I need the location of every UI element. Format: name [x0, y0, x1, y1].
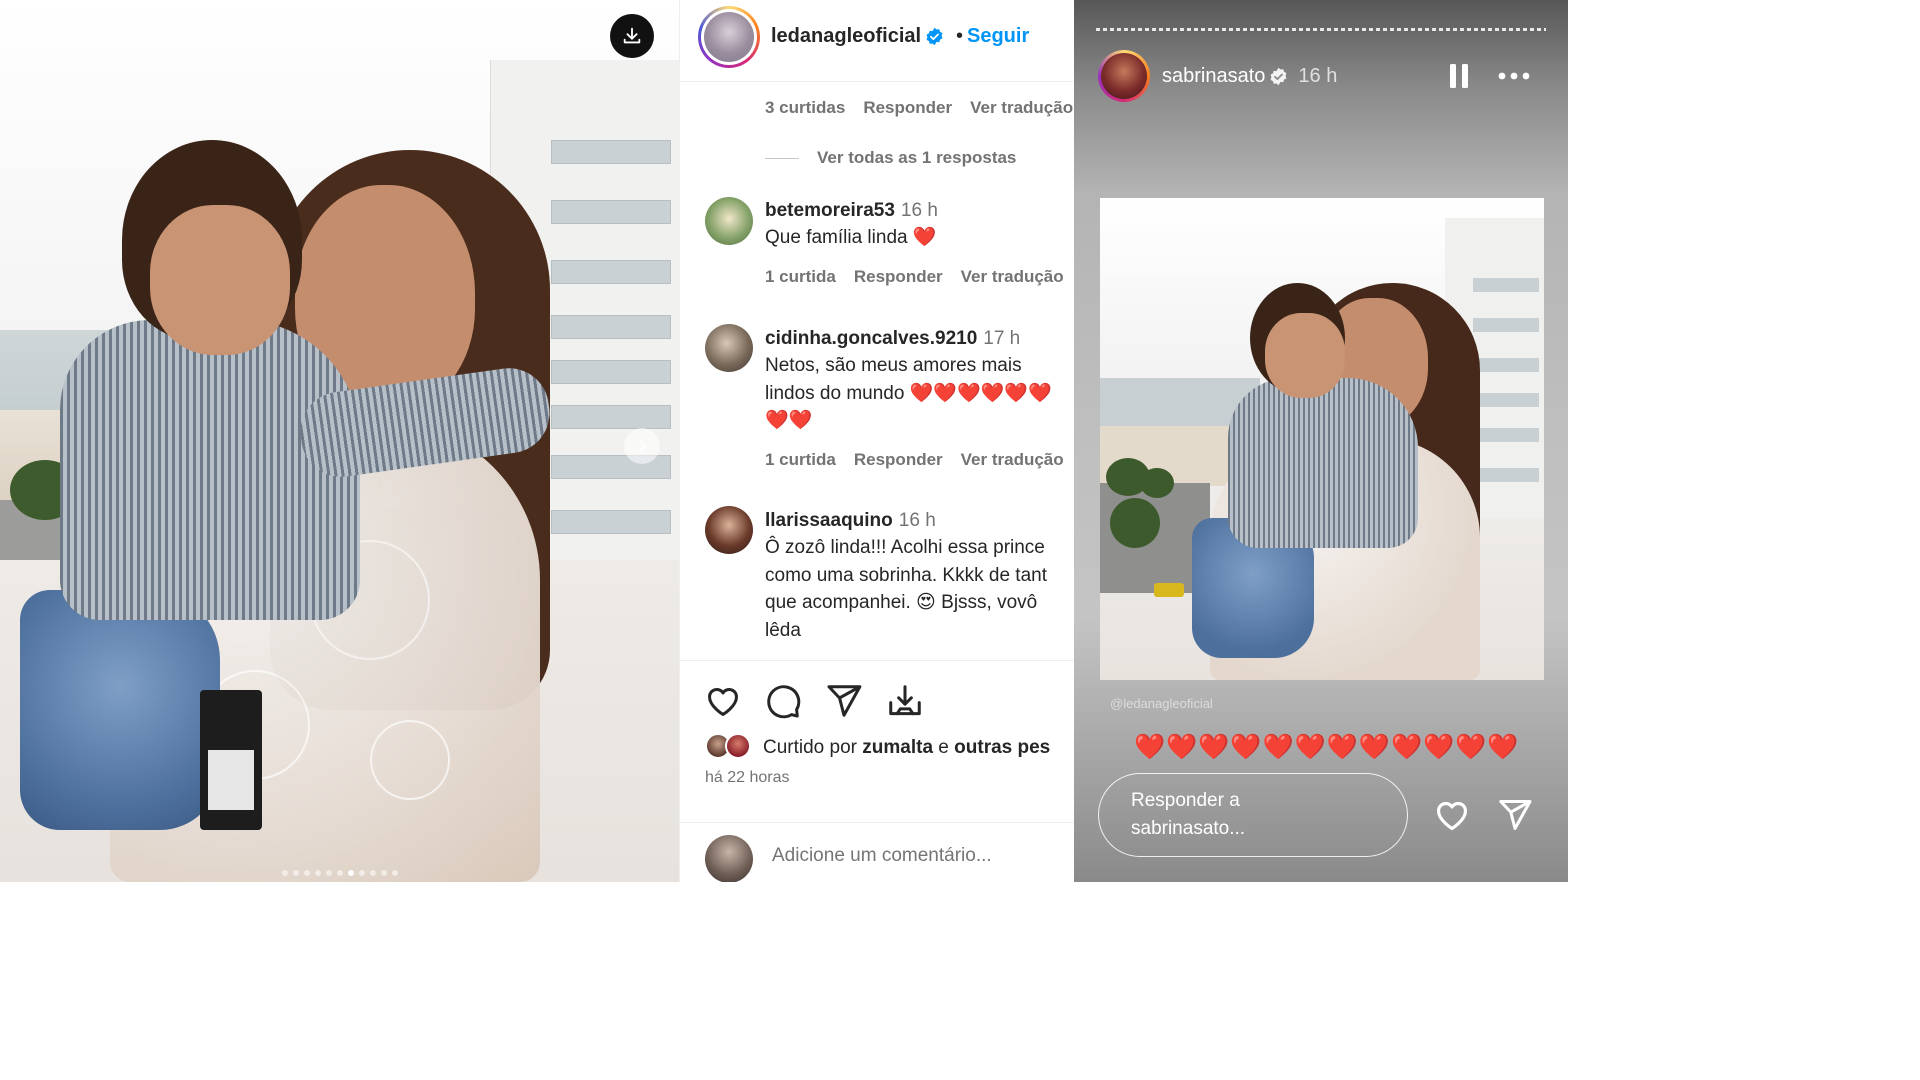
- carousel-dot[interactable]: [325, 870, 332, 876]
- send-icon[interactable]: [825, 682, 863, 720]
- story-username-text[interactable]: sabrinasato: [1162, 65, 1265, 87]
- carousel-dot[interactable]: [347, 870, 354, 876]
- heart-icon[interactable]: [704, 682, 742, 720]
- liked-by-middle: e: [933, 737, 955, 758]
- verified-badge-icon: [1270, 68, 1287, 86]
- thread-translate-button[interactable]: Ver tradução: [970, 98, 1073, 117]
- comment-likes[interactable]: 1 curtida: [765, 450, 836, 469]
- carousel-dots: [0, 870, 679, 876]
- carousel-dot[interactable]: [380, 870, 387, 876]
- comment-text: Ô zozô linda!!! Acolhi essa prince como …: [765, 537, 1053, 641]
- story-shared-post-image[interactable]: [1100, 198, 1544, 680]
- comment-icon[interactable]: [764, 682, 802, 720]
- save-icon[interactable]: [886, 682, 924, 720]
- child-face: [150, 205, 290, 355]
- comment-translate-button[interactable]: Ver tradução: [961, 450, 1064, 469]
- chevron-right-icon: [639, 440, 646, 452]
- comment-translate-button[interactable]: Ver tradução: [961, 267, 1064, 286]
- download-icon: [623, 27, 641, 44]
- comment-likes[interactable]: 1 curtida: [765, 267, 836, 286]
- child-jeans: [20, 590, 220, 830]
- story-panel[interactable]: sabrinasato 16 h @ledanagleoficial ❤️❤️❤️…: [1074, 0, 1568, 882]
- liked-by-prefix: Curtido por: [763, 737, 863, 758]
- story-hearts-text: ❤️❤️❤️❤️❤️❤️❤️❤️❤️❤️❤️❤️: [1134, 733, 1520, 761]
- avatar: [725, 733, 751, 759]
- comment-meta: 1 curtida Responder Ver tradução: [765, 450, 1074, 470]
- child-shirt: [60, 320, 360, 620]
- comment-time: 16 h: [900, 200, 938, 221]
- story-reply-placeholder: Responder a sabrinasato...: [1131, 790, 1246, 839]
- comment-username-text[interactable]: llarissaaquino: [765, 510, 893, 531]
- author-username-text[interactable]: ledanagleoficial: [771, 25, 921, 47]
- thread-reply-button[interactable]: Responder: [863, 98, 952, 117]
- liked-by-user[interactable]: zumalta: [862, 737, 933, 758]
- carousel-next-button[interactable]: [624, 428, 660, 464]
- thread-meta: 3 curtidas Responder Ver tradução: [765, 98, 1074, 118]
- carousel-dot[interactable]: [369, 870, 376, 876]
- heart-icon[interactable]: [1432, 796, 1472, 834]
- follow-button[interactable]: Seguir: [967, 25, 1029, 48]
- replies-divider: [765, 157, 799, 159]
- story-username[interactable]: sabrinasato 16 h: [1162, 65, 1337, 88]
- comment-username[interactable]: betemoreira53 16 h: [765, 200, 938, 222]
- post-age[interactable]: há 22 horas: [705, 769, 790, 787]
- story-avatar[interactable]: [1098, 50, 1150, 102]
- liked-by-text: Curtido por zumalta e outras pes: [763, 737, 1050, 759]
- comment-text: Que família linda ❤️: [765, 227, 937, 248]
- comment-avatar[interactable]: [705, 506, 753, 554]
- avatar: [705, 835, 753, 882]
- author-avatar[interactable]: [698, 6, 760, 68]
- comment-reply-button[interactable]: Responder: [854, 267, 943, 286]
- verified-badge-icon: [926, 28, 943, 46]
- carousel-dot[interactable]: [292, 870, 299, 876]
- story-reply-input[interactable]: Responder a sabrinasato...: [1098, 773, 1408, 857]
- comment-text: Netos, são meus amores mais lindos do mu…: [765, 355, 1052, 431]
- comments-panel: ledanagleoficial • Seguir 3 curtidas Resp…: [679, 0, 1074, 882]
- post-header: ledanagleoficial • Seguir: [680, 0, 1074, 82]
- header-separator: •: [956, 25, 964, 47]
- story-credit[interactable]: @ledanagleoficial: [1110, 696, 1213, 711]
- view-replies-button[interactable]: Ver todas as 1 respostas: [765, 148, 1016, 168]
- carousel-dot[interactable]: [281, 870, 288, 876]
- comment-reply-button[interactable]: Responder: [854, 450, 943, 469]
- liked-by-others[interactable]: outras pes: [954, 737, 1050, 758]
- comment-username-text[interactable]: cidinha.goncalves.9210: [765, 328, 977, 349]
- comment-input[interactable]: [772, 845, 1062, 867]
- more-icon[interactable]: [1496, 66, 1532, 86]
- comment-username[interactable]: cidinha.goncalves.9210 17 h: [765, 328, 1020, 350]
- carousel-dot[interactable]: [391, 870, 398, 876]
- comment-username[interactable]: llarissaaquino 16 h: [765, 510, 936, 532]
- download-button[interactable]: [610, 14, 654, 58]
- comment-avatar[interactable]: [705, 197, 753, 245]
- lanyard-badge: [200, 690, 262, 830]
- carousel-dot[interactable]: [336, 870, 343, 876]
- carousel-dot[interactable]: [314, 870, 321, 876]
- carousel-dot[interactable]: [303, 870, 310, 876]
- liked-by-avatars[interactable]: [705, 733, 751, 759]
- thread-likes[interactable]: 3 curtidas: [765, 98, 845, 117]
- comment-avatar[interactable]: [705, 324, 753, 372]
- story-time: 16 h: [1298, 65, 1338, 87]
- send-icon[interactable]: [1496, 797, 1534, 833]
- comment-time: 16 h: [898, 510, 936, 531]
- comment-username-text[interactable]: betemoreira53: [765, 200, 895, 221]
- comment-time: 17 h: [983, 328, 1021, 349]
- post-photo[interactable]: [0, 0, 679, 882]
- author-username[interactable]: ledanagleoficial: [771, 25, 944, 48]
- story-progress-bar: [1096, 28, 1546, 31]
- comment-meta: 1 curtida Responder Ver tradução: [765, 267, 1074, 287]
- carousel-dot[interactable]: [358, 870, 365, 876]
- pause-icon[interactable]: [1448, 62, 1470, 90]
- add-comment-bar: [680, 822, 1074, 882]
- view-replies-label: Ver todas as 1 respostas: [817, 148, 1017, 167]
